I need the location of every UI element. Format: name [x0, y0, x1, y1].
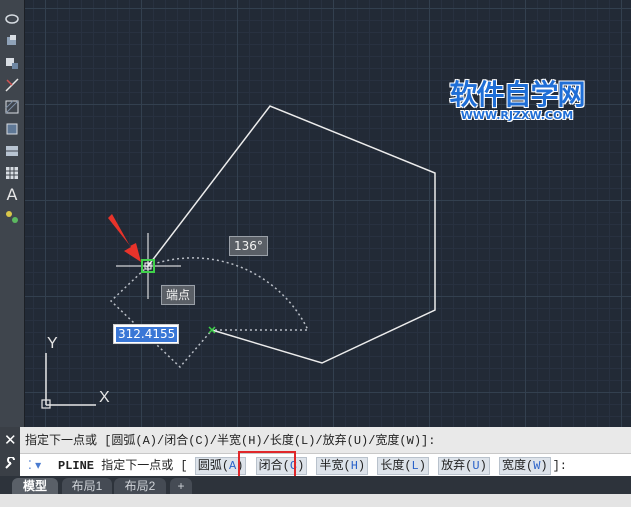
tab-model[interactable]: 模型 — [12, 478, 58, 494]
option-undo-key: U — [472, 459, 480, 473]
command-prompt-text: 指定下一点或 [ — [94, 459, 188, 473]
length-input-value: 312.4155 — [116, 327, 178, 342]
red-arrow-icon — [108, 214, 141, 262]
polyline-shape[interactable] — [147, 105, 436, 364]
ucs-y-label: Y — [47, 335, 58, 352]
command-suffix: ]: — [552, 459, 567, 473]
option-width-key: W — [533, 459, 541, 473]
dynamic-preview-line — [109, 265, 213, 369]
layout-tabs: 模型 布局1 布局2 + — [0, 476, 631, 507]
watermark-url: WWW.RJZXW.COM — [460, 109, 574, 122]
option-arc-label: 圆弧 — [197, 459, 222, 473]
layout-tab-bar: 模型 布局1 布局2 + — [0, 476, 631, 494]
ucs-icon — [41, 353, 96, 409]
option-width[interactable]: 宽度(W) — [498, 457, 551, 475]
option-halfwidth[interactable]: 半宽(H) — [316, 457, 369, 475]
watermark: 软件自学网 WWW.RJZXW.COM — [437, 80, 597, 122]
ucs-x-label: X — [99, 389, 110, 406]
command-name: PLINE — [58, 459, 95, 473]
tab-layout2[interactable]: 布局2 — [114, 478, 166, 494]
add-layout-button[interactable]: + — [170, 478, 192, 494]
command-prompt-icon[interactable]: ⁚ ▾ — [28, 458, 41, 472]
drawing-layer: Y X — [41, 105, 436, 409]
option-halfwidth-key: H — [350, 459, 358, 473]
option-length[interactable]: 长度(L) — [377, 457, 429, 475]
option-width-label: 宽度 — [501, 459, 526, 473]
command-line: ✕ 指定下一点或 [圆弧(A)/闭合(C)/半宽(H)/长度(L)/放弃(U)/… — [0, 427, 631, 477]
angle-tooltip: 136° — [229, 236, 268, 256]
option-arc-key: A — [229, 459, 237, 473]
cad-window: A Y X 软件自学网 WWW.RJZXW.COM 136° 端点 312.41… — [0, 0, 631, 507]
wrench-icon[interactable] — [4, 457, 17, 470]
tab-layout1[interactable]: 布局1 — [62, 478, 112, 494]
command-input-row[interactable]: ⁚ ▾ PLINE 指定下一点或 [ 圆弧(A) 闭合(C) 半宽(H) 长度(… — [20, 453, 631, 477]
length-input[interactable]: 312.4155 — [113, 324, 179, 344]
option-halfwidth-label: 半宽 — [319, 459, 344, 473]
snap-tooltip: 端点 — [161, 285, 196, 305]
command-side-bar: ✕ — [0, 427, 20, 476]
watermark-title: 软件自学网 — [449, 78, 585, 111]
option-undo[interactable]: 放弃(U) — [438, 457, 490, 475]
option-undo-label: 放弃 — [441, 459, 466, 473]
option-length-key: L — [411, 459, 419, 473]
close-icon[interactable]: ✕ — [4, 433, 17, 449]
option-length-label: 长度 — [380, 459, 405, 473]
command-history: 指定下一点或 [圆弧(A)/闭合(C)/半宽(H)/长度(L)/放弃(U)/宽度… — [25, 434, 436, 448]
command-input[interactable]: PLINE 指定下一点或 [ 圆弧(A) 闭合(C) 半宽(H) 长度(L) 放… — [58, 457, 567, 475]
